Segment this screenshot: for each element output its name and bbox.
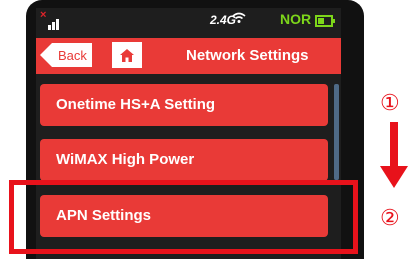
header-bar: Back Network Settings — [36, 38, 341, 74]
menu-item-onetime-hs-a-setting[interactable]: Onetime HS+A Setting — [40, 84, 328, 126]
battery-icon — [315, 15, 335, 27]
down-arrow-shaft — [390, 122, 398, 166]
menu-item-wimax-high-power[interactable]: WiMAX High Power — [40, 139, 328, 181]
mode-label: NOR — [280, 11, 312, 27]
home-button[interactable] — [112, 42, 142, 68]
page-title: Network Settings — [186, 47, 309, 64]
step-1-marker: ① — [380, 90, 400, 115]
status-bar: × 2.4G NOR — [36, 8, 341, 34]
highlight-box — [9, 180, 358, 254]
back-button[interactable]: Back — [40, 43, 92, 67]
wifi-icon — [232, 12, 246, 23]
down-arrow-icon — [380, 166, 408, 188]
home-icon — [120, 48, 134, 62]
menu-item-label: Onetime HS+A Setting — [56, 96, 216, 113]
back-button-label: Back — [58, 48, 87, 63]
scrollbar-thumb[interactable] — [334, 84, 339, 180]
no-signal-icon: × — [40, 9, 62, 30]
step-2-marker: ② — [380, 205, 400, 230]
menu-item-label: WiMAX High Power — [56, 151, 195, 168]
